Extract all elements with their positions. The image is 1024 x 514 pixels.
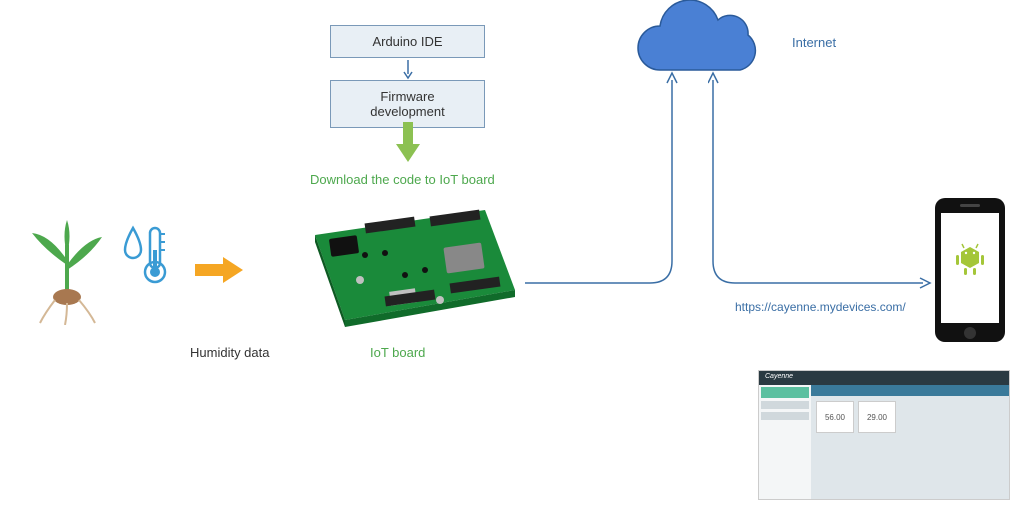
arduino-ide-box: Arduino IDE: [330, 25, 485, 58]
green-arrow-down-icon: [396, 122, 420, 164]
humidity-data-label: Humidity data: [190, 345, 269, 360]
humidity-sensor-icon: [120, 220, 170, 290]
dashboard-widget-2: 29.00: [858, 401, 896, 433]
dashboard-widget-1: 56.00: [816, 401, 854, 433]
iot-board-icon: [290, 195, 525, 335]
download-code-label: Download the code to IoT board: [310, 172, 495, 187]
flow-arrow-right-icon: [195, 255, 245, 285]
cayenne-url-label: https://cayenne.mydevices.com/: [735, 300, 906, 314]
flow-cloud-to-phone: [708, 65, 933, 290]
internet-label: Internet: [792, 35, 836, 50]
dashboard-brand: Cayenne: [759, 371, 1009, 385]
flow-board-to-cloud: [520, 65, 690, 290]
plant-icon: [20, 215, 115, 325]
cayenne-dashboard-preview: Cayenne 56.00 29.00: [758, 370, 1010, 500]
iot-board-label: IoT board: [370, 345, 425, 360]
firmware-dev-box: Firmware development: [330, 80, 485, 128]
small-arrow-down-icon: [402, 60, 414, 80]
phone-icon: [930, 195, 1010, 345]
